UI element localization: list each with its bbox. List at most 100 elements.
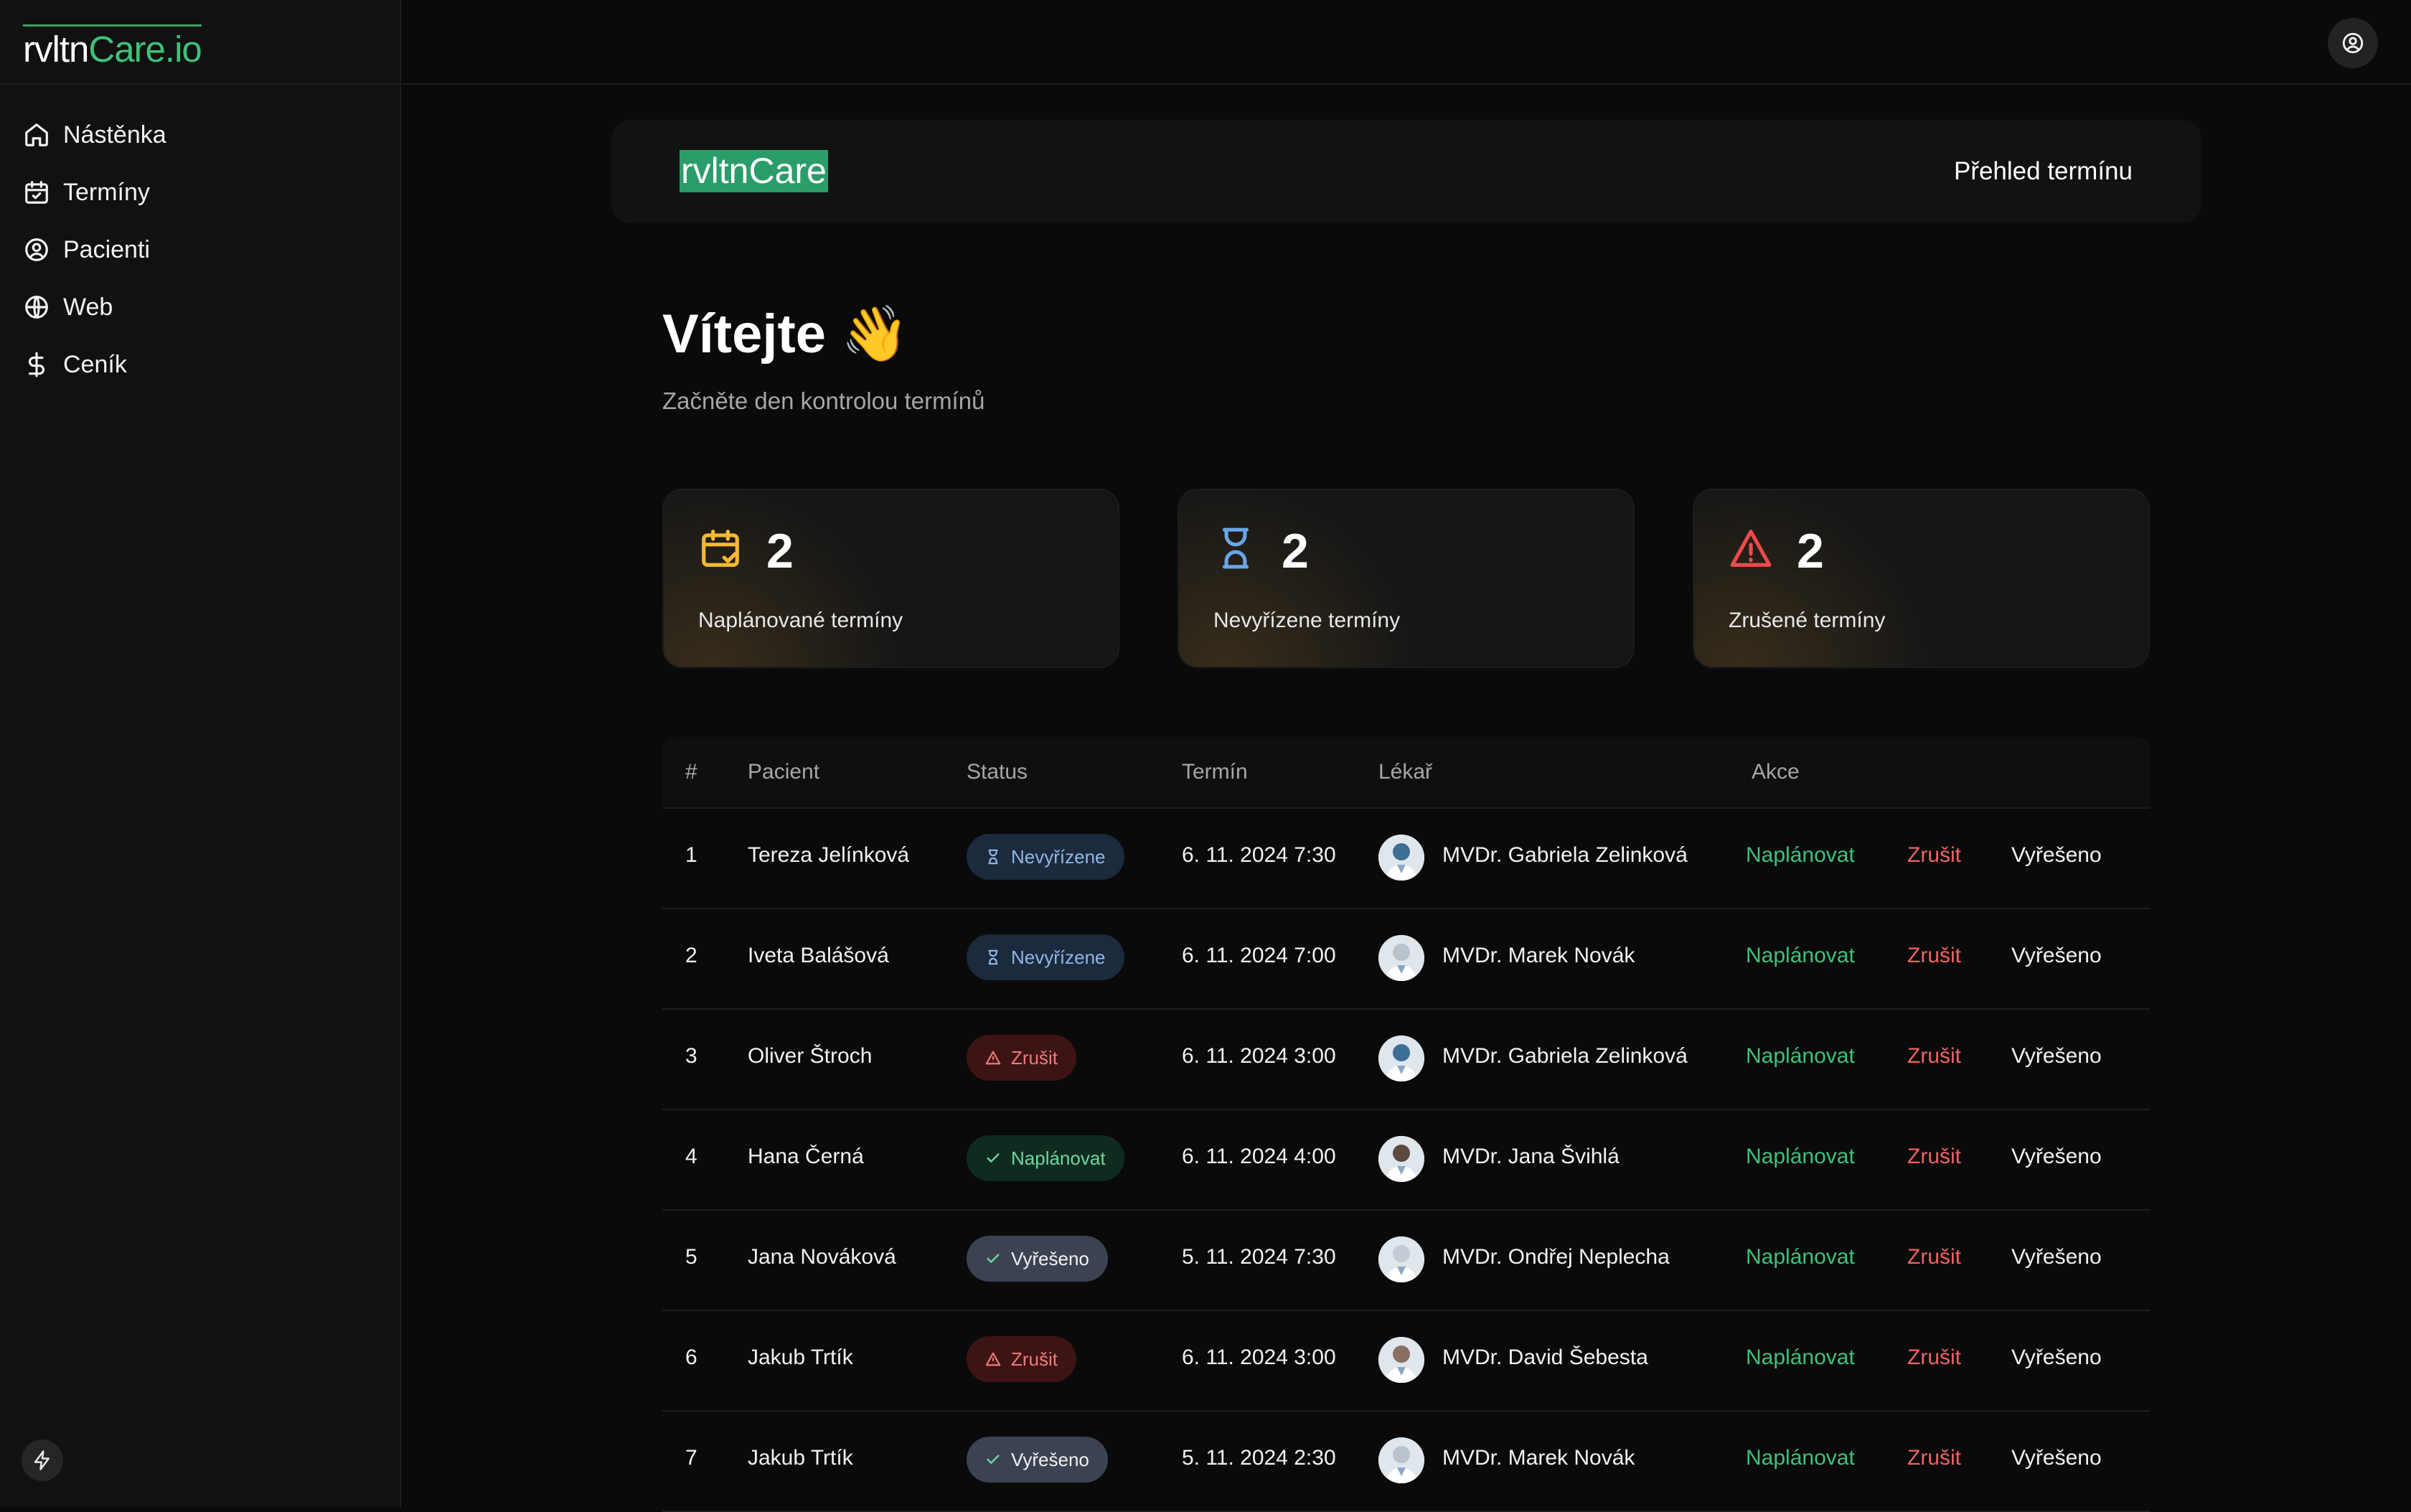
status-label: Vyřešeno — [1011, 1247, 1089, 1269]
appointment-date: 5. 11. 2024 2:30 — [1182, 1446, 1336, 1470]
doctor-name: MVDr. Marek Novák — [1442, 944, 1635, 967]
sidebar: rvltnCare.io Nástěnka Termíny Pacienti W… — [0, 0, 401, 1507]
row-number: 5 — [685, 1245, 697, 1269]
schedule-button[interactable]: Naplánovat — [1746, 944, 1855, 968]
doctor-avatar-icon — [1378, 1236, 1424, 1282]
stat-card-cancelled: 2 Zrušené termíny — [1693, 489, 2150, 668]
resolve-button[interactable]: Vyřešeno — [2011, 1346, 2102, 1370]
table-row: 7 Jakub Trtík Vyřešeno 5. 11. 2024 2:30 MVDr… — [662, 1412, 2150, 1512]
dollar-icon — [28, 352, 44, 377]
brand-prefix: rvltn — [23, 29, 89, 70]
stat-value: 2 — [766, 524, 794, 578]
home-icon — [25, 123, 48, 146]
status-label: Naplánovat — [1011, 1147, 1106, 1169]
hourglass-icon — [988, 949, 998, 965]
sidebar-nav: Nástěnka Termíny Pacienti Web Ceník — [0, 106, 400, 393]
resolve-button[interactable]: Vyřešeno — [2011, 1044, 2102, 1069]
brand-row: rvltnCare.io — [0, 0, 400, 85]
status-label: Vyřešeno — [1011, 1448, 1089, 1470]
status-badge: Vyřešeno — [967, 1437, 1108, 1483]
page-title: Vítejte 👋 — [662, 304, 909, 365]
status-badge: Zrušit — [967, 1336, 1076, 1382]
avatar — [1378, 1036, 1424, 1081]
sidebar-item-label: Nástěnka — [63, 121, 166, 149]
doctor-name: MVDr. Marek Novák — [1442, 1446, 1635, 1470]
resolve-button[interactable]: Vyřešeno — [2011, 1145, 2102, 1169]
appointment-date: 5. 11. 2024 7:30 — [1182, 1245, 1336, 1269]
cancel-button[interactable]: Zrušit — [1907, 843, 1961, 868]
stat-label: Nevyřízene termíny — [1213, 609, 1401, 632]
patient-name[interactable]: Tereza Jelínková — [748, 843, 909, 868]
sidebar-item-nastenka[interactable]: Nástěnka — [0, 106, 400, 164]
status-label: Zrušit — [1011, 1046, 1058, 1069]
schedule-button[interactable]: Naplánovat — [1746, 1245, 1855, 1269]
doctor-name: MVDr. Jana Švihlá — [1442, 1145, 1620, 1168]
hero-logo[interactable]: rvltnCare — [680, 150, 828, 192]
sidebar-item-terminy[interactable]: Termíny — [0, 164, 400, 221]
schedule-button[interactable]: Naplánovat — [1746, 1346, 1855, 1370]
quick-action-button[interactable] — [22, 1440, 63, 1481]
avatar — [1378, 935, 1424, 981]
brand-accent: Care.io — [88, 29, 202, 70]
table-row: 4 Hana Černá Naplánovat 6. 11. 2024 4:00 MVD… — [662, 1110, 2150, 1211]
hourglass-icon — [1222, 527, 1249, 569]
stat-value: 2 — [1797, 524, 1824, 578]
patient-name[interactable]: Oliver Štroch — [748, 1044, 872, 1069]
doctor-name: MVDr. Gabriela Zelinková — [1442, 843, 1688, 867]
doctor-avatar-icon — [1378, 835, 1424, 881]
globe-icon — [25, 296, 48, 319]
patient-name[interactable]: Iveta Balášová — [748, 944, 889, 968]
sidebar-item-label: Ceník — [63, 350, 127, 378]
avatar — [1378, 1236, 1424, 1282]
resolve-button[interactable]: Vyřešeno — [2011, 944, 2102, 968]
cancel-button[interactable]: Zrušit — [1907, 1145, 1961, 1169]
resolve-button[interactable]: Vyřešeno — [2011, 1245, 2102, 1269]
doctor-name: MVDr. David Šebesta — [1442, 1346, 1648, 1369]
sidebar-item-cenik[interactable]: Ceník — [0, 336, 400, 393]
appointment-date: 6. 11. 2024 7:00 — [1182, 944, 1336, 967]
status-badge: Vyřešeno — [967, 1236, 1108, 1282]
hourglass-icon — [988, 849, 998, 865]
cancel-button[interactable]: Zrušit — [1907, 1346, 1961, 1370]
table-header: # Pacient Status Termín Lékař Akce — [662, 737, 2150, 809]
sidebar-item-web[interactable]: Web — [0, 278, 400, 336]
appointment-date: 6. 11. 2024 7:30 — [1182, 843, 1336, 867]
patient-name[interactable]: Jakub Trtík — [748, 1446, 853, 1470]
schedule-button[interactable]: Naplánovat — [1746, 1446, 1855, 1470]
sidebar-item-pacienti[interactable]: Pacienti — [0, 221, 400, 278]
patient-name[interactable]: Jana Nováková — [748, 1245, 896, 1269]
appointments-table: # Pacient Status Termín Lékař Akce 1 Tere… — [662, 737, 2150, 1512]
sidebar-item-label: Web — [63, 293, 113, 321]
appointments-overview-link[interactable]: Přehled termínu — [1954, 157, 2133, 186]
warning-icon — [985, 1051, 1001, 1065]
stat-label: Zrušené termíny — [1729, 609, 1886, 632]
brand-logo[interactable]: rvltnCare.io — [23, 24, 202, 67]
user-menu-button[interactable] — [2328, 18, 2378, 68]
cancel-button[interactable]: Zrušit — [1907, 944, 1961, 968]
status-badge: Zrušit — [967, 1035, 1076, 1081]
check-icon — [987, 1153, 1000, 1163]
row-number: 2 — [685, 944, 697, 967]
table-row: 2 Iveta Balášová Nevyřízene 6. 11. 2024 7:0… — [662, 909, 2150, 1010]
patient-name[interactable]: Jakub Trtík — [748, 1346, 853, 1370]
doctor-name: MVDr. Gabriela Zelinková — [1442, 1044, 1688, 1068]
cancel-button[interactable]: Zrušit — [1907, 1245, 1961, 1269]
schedule-button[interactable]: Naplánovat — [1746, 843, 1855, 868]
cancel-button[interactable]: Zrušit — [1907, 1446, 1961, 1470]
column-header-date: Termín — [1182, 760, 1248, 784]
table-body: 1 Tereza Jelínková Nevyřízene 6. 11. 2024 7… — [662, 809, 2150, 1512]
status-label: Nevyřízene — [1011, 946, 1106, 968]
row-number: 7 — [685, 1446, 697, 1470]
sidebar-item-label: Pacienti — [63, 235, 150, 263]
calendar-check-icon — [25, 181, 48, 204]
check-icon — [987, 1254, 1000, 1264]
patient-name[interactable]: Hana Černá — [748, 1145, 864, 1169]
resolve-button[interactable]: Vyřešeno — [2011, 843, 2102, 868]
row-number: 6 — [685, 1346, 697, 1369]
sidebar-item-label: Termíny — [63, 178, 150, 206]
status-label: Zrušit — [1011, 1348, 1058, 1370]
schedule-button[interactable]: Naplánovat — [1746, 1044, 1855, 1069]
resolve-button[interactable]: Vyřešeno — [2011, 1446, 2102, 1470]
cancel-button[interactable]: Zrušit — [1907, 1044, 1961, 1069]
schedule-button[interactable]: Naplánovat — [1746, 1145, 1855, 1169]
